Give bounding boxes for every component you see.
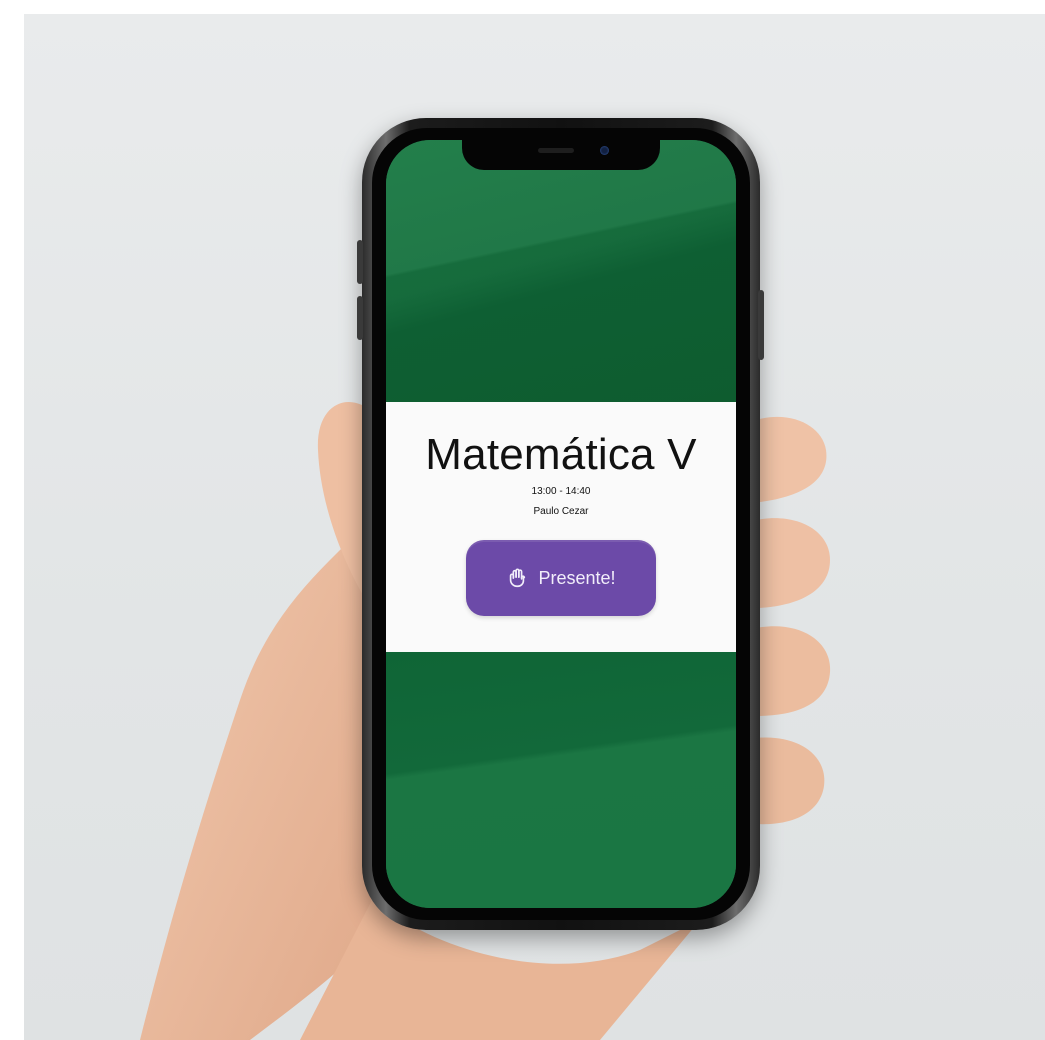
power-button (758, 290, 764, 360)
phone-screen: Matemática V 13:00 - 14:40 Paulo Cezar P… (386, 140, 736, 908)
screen-top-band (386, 140, 736, 402)
class-time: 13:00 - 14:40 (531, 486, 591, 497)
class-title: Matemática V (425, 430, 697, 479)
volume-down-button (357, 296, 363, 340)
class-teacher: Paulo Cezar (533, 506, 589, 517)
front-camera (600, 146, 609, 155)
present-button-label: Presente! (538, 567, 616, 588)
class-card: Matemática V 13:00 - 14:40 Paulo Cezar P… (386, 402, 736, 652)
volume-up-button (357, 240, 363, 284)
phone-notch (462, 140, 660, 170)
speaker-grille (538, 148, 574, 153)
screen-bottom-band (386, 652, 736, 908)
present-button[interactable]: Presente! (466, 540, 656, 616)
raised-hand-icon (510, 568, 526, 588)
